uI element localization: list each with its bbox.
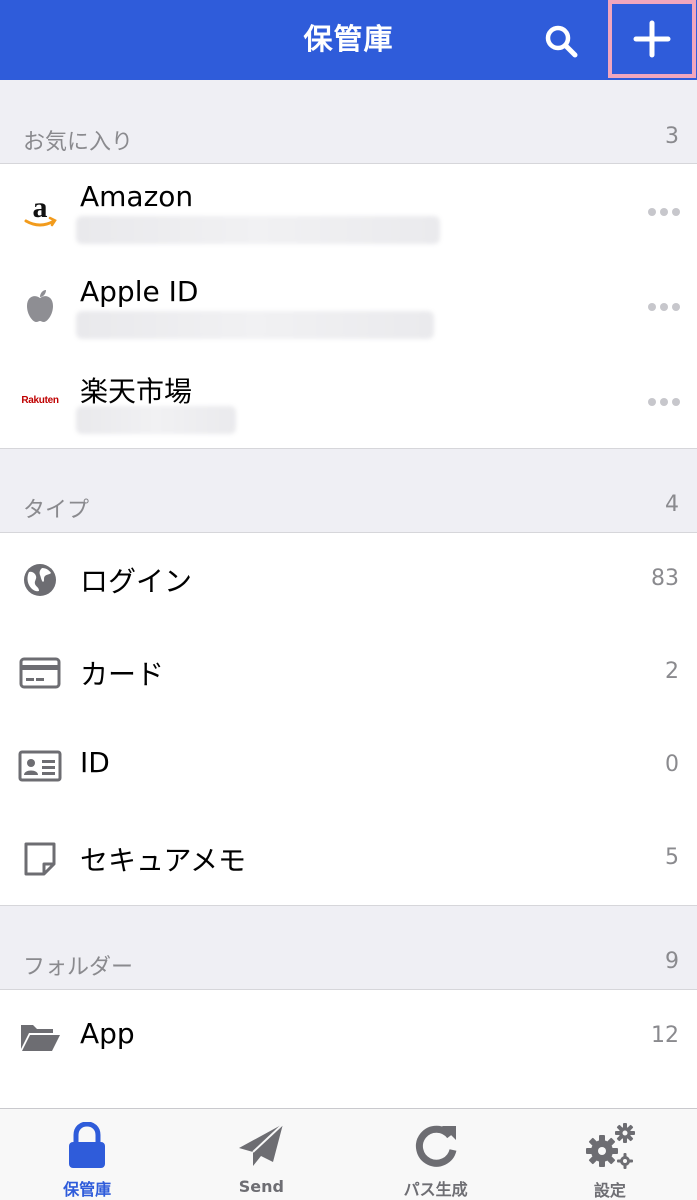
lock-icon [67,1121,107,1170]
list-item-rakuten[interactable]: Rakuten 楽天市場 [0,354,697,449]
refresh-icon [412,1121,460,1170]
tab-send[interactable]: Send [174,1109,348,1200]
item-subtitle-redacted [76,311,434,339]
section-count: 3 [665,124,679,149]
section-label: タイプ [23,498,90,523]
section-header-favorites: お気に入り 3 [0,80,697,164]
item-count: 83 [651,566,679,591]
section-count: 9 [665,949,679,974]
item-count: 5 [665,845,679,870]
section-count: 4 [665,492,679,517]
tab-label: 設定 [593,1181,626,1200]
tab-generator[interactable]: パス生成 [349,1109,523,1200]
section-label: お気に入り [23,130,134,155]
item-title: App [80,1017,135,1050]
gears-icon [583,1121,637,1171]
rakuten-logo-icon: Rakuten [21,395,59,406]
search-button[interactable] [538,18,584,64]
item-title: ID [80,746,110,779]
section-header-folders: フォルダー 9 [0,906,697,990]
folder-open-icon [18,990,62,1083]
id-card-icon [18,719,62,812]
item-title: ログイン [80,565,193,598]
add-item-button[interactable] [608,0,696,78]
credit-card-icon [18,626,62,719]
paper-plane-icon [237,1121,285,1171]
plus-icon [633,20,671,58]
tab-label: 保管庫 [63,1180,112,1199]
item-title: セキュアメモ [80,844,247,877]
type-item-secure-note[interactable]: セキュアメモ 5 [0,812,697,905]
folder-item-app[interactable]: App 12 [0,990,697,1083]
type-item-card[interactable]: カード 2 [0,626,697,719]
apple-logo-icon [18,259,62,352]
item-count: 12 [651,1023,679,1048]
tab-bar: 保管庫 Send パス生成 設定 [0,1108,697,1200]
search-icon [545,25,578,58]
type-item-identity[interactable]: ID 0 [0,719,697,812]
types-list: ログイン 83 カード 2 ID 0 セキュアメモ 5 [0,533,697,906]
item-title: カード [80,658,165,691]
tab-vault[interactable]: 保管庫 [0,1109,174,1200]
more-options-button[interactable] [647,301,681,313]
item-title: Apple ID [80,275,199,308]
list-item-amazon[interactable]: a Amazon [0,164,697,259]
list-item-apple-id[interactable]: Apple ID [0,259,697,354]
item-title: 楽天市場 [80,375,193,408]
item-title: Amazon [80,180,194,213]
tab-label: パス生成 [403,1180,468,1199]
item-count: 2 [665,659,679,684]
navigation-bar: 保管庫 [0,0,697,80]
tab-settings[interactable]: 設定 [523,1109,697,1200]
amazon-logo-icon: a [18,164,62,257]
item-subtitle-redacted [76,216,440,244]
item-count: 0 [665,752,679,777]
favorites-list: a Amazon Apple ID Rakuten 楽天市場 [0,164,697,449]
folders-list: App 12 [0,990,697,1108]
page-title: 保管庫 [303,22,394,56]
item-subtitle-redacted [76,406,236,434]
section-label: フォルダー [23,955,134,980]
tab-label: Send [238,1177,284,1196]
section-header-types: タイプ 4 [0,449,697,533]
more-options-button[interactable] [647,396,681,408]
globe-icon [18,533,62,626]
svg-text:a: a [33,191,48,224]
more-options-button[interactable] [647,206,681,218]
note-icon [18,812,62,905]
type-item-login[interactable]: ログイン 83 [0,533,697,626]
